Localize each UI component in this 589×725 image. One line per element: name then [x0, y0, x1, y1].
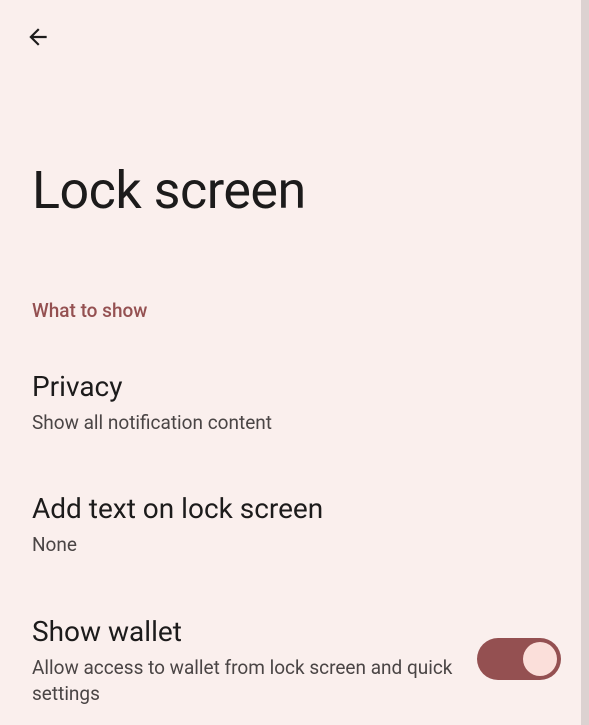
show-wallet-setting[interactable]: Show wallet Allow access to wallet from …	[32, 614, 479, 706]
privacy-setting[interactable]: Privacy Show all notification content	[32, 369, 557, 436]
back-button[interactable]	[22, 22, 54, 54]
privacy-title: Privacy	[32, 369, 557, 404]
add-text-setting[interactable]: Add text on lock screen None	[32, 491, 557, 558]
scrollbar[interactable]	[581, 0, 589, 725]
back-arrow-icon	[25, 24, 51, 53]
show-wallet-toggle[interactable]	[477, 638, 561, 680]
show-wallet-summary: Allow access to wallet from lock screen …	[32, 655, 479, 706]
add-text-summary: None	[32, 532, 557, 558]
show-wallet-title: Show wallet	[32, 614, 479, 649]
toggle-thumb-icon	[523, 642, 557, 676]
privacy-summary: Show all notification content	[32, 410, 557, 436]
page-title: Lock screen	[32, 160, 306, 221]
section-header: What to show	[32, 299, 147, 322]
add-text-title: Add text on lock screen	[32, 491, 557, 526]
